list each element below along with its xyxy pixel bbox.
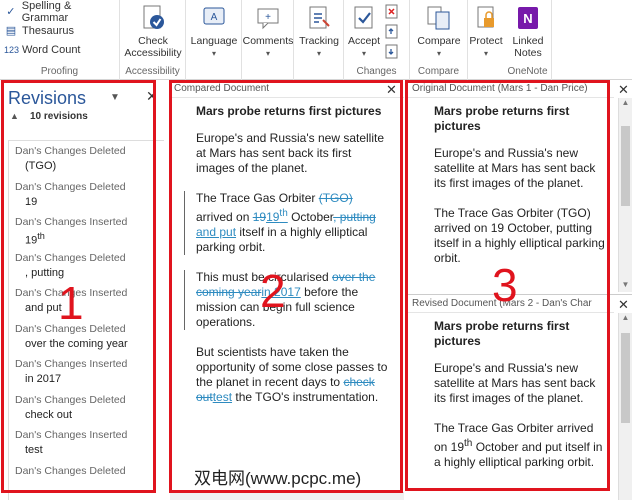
- next-change-button[interactable]: [384, 44, 400, 63]
- reject-icon: [385, 4, 398, 19]
- tracking-dropdown-icon: ▾: [316, 49, 321, 58]
- word-count-icon: 123: [4, 44, 20, 55]
- proofing-group-label: Proofing: [40, 66, 79, 77]
- watermark-text: 双电网(www.pcpc.me): [190, 464, 366, 489]
- compare-icon: [425, 4, 453, 32]
- scroll-down-icon[interactable]: ▼: [619, 280, 632, 292]
- comment-icon: +: [254, 4, 282, 32]
- accessibility-group-label: Accessibility: [125, 66, 180, 77]
- linked-notes-button[interactable]: N Linked Notes: [504, 4, 552, 59]
- tracking-button[interactable]: Tracking ▾: [294, 4, 344, 60]
- accept-dropdown-icon: ▾: [361, 49, 366, 58]
- protect-dropdown-icon: ▾: [483, 49, 488, 58]
- compare-dropdown-icon: ▾: [436, 49, 441, 58]
- onenote-icon: N: [514, 4, 542, 32]
- track-changes-icon: [305, 4, 333, 32]
- previous-change-button[interactable]: [384, 24, 400, 43]
- thesaurus-button[interactable]: ▤ Thesaurus: [0, 21, 119, 40]
- scrollbar-thumb[interactable]: [621, 126, 630, 206]
- annotation-frame-compared: [169, 80, 403, 493]
- scrollbar-thumb[interactable]: [621, 333, 630, 423]
- close-icon[interactable]: ✕: [618, 82, 629, 98]
- compare-group: Compare ▾ Compare: [410, 0, 468, 80]
- close-icon[interactable]: ✕: [618, 297, 629, 313]
- language-group: A Language ▾: [186, 0, 242, 80]
- reject-button[interactable]: [384, 4, 400, 23]
- language-dropdown-icon: ▾: [211, 49, 216, 58]
- annotation-number-one: 1: [58, 277, 84, 329]
- protect-group: Protect ▾: [468, 0, 504, 80]
- check-accessibility-button[interactable]: Check Accessibility: [124, 4, 182, 59]
- accessibility-group: Check Accessibility Accessibility: [120, 0, 186, 80]
- spelling-check-icon: ✓: [6, 5, 16, 18]
- svg-text:+: +: [265, 12, 271, 23]
- word-count-button[interactable]: 123 Word Count: [0, 40, 119, 59]
- protect-icon: [472, 4, 500, 32]
- accept-icon: [350, 4, 378, 32]
- annotation-number-three: 3: [492, 259, 518, 311]
- protect-button[interactable]: Protect ▾: [468, 4, 504, 60]
- comments-group: + Comments ▾: [242, 0, 294, 80]
- next-change-icon: [385, 44, 398, 59]
- ribbon: ✓ Spelling & Grammar ▤ Thesaurus 123 Wor…: [0, 0, 632, 80]
- proofing-group: ✓ Spelling & Grammar ▤ Thesaurus 123 Wor…: [0, 0, 120, 80]
- language-button[interactable]: A Language ▾: [188, 4, 240, 60]
- scroll-up-icon[interactable]: ▲: [619, 98, 632, 110]
- scroll-up-icon[interactable]: ▲: [619, 313, 632, 325]
- comments-dropdown-icon: ▾: [265, 49, 270, 58]
- thesaurus-icon: ▤: [5, 24, 17, 37]
- previous-change-icon: [385, 24, 398, 39]
- comments-button[interactable]: + Comments ▾: [242, 4, 294, 60]
- svg-text:A: A: [211, 12, 218, 23]
- accessibility-icon: [139, 4, 167, 32]
- changes-group-label: Changes: [356, 66, 397, 77]
- onenote-group-label: OneNote: [507, 66, 548, 77]
- annotation-number-two: 2: [260, 265, 286, 317]
- vertical-scrollbar[interactable]: ▲ ▼: [618, 98, 632, 292]
- compare-button[interactable]: Compare ▾: [412, 4, 466, 60]
- spelling-grammar-button[interactable]: ✓ Spelling & Grammar: [0, 0, 119, 24]
- onenote-group: N Linked Notes OneNote: [504, 0, 552, 80]
- tracking-group: Tracking ▾: [294, 0, 344, 80]
- vertical-scrollbar[interactable]: ▲: [618, 313, 632, 500]
- svg-text:N: N: [523, 11, 532, 26]
- language-icon: A: [200, 4, 228, 32]
- compare-group-label: Compare: [417, 66, 460, 77]
- changes-group: Accept ▾ Changes: [344, 0, 410, 80]
- horizontal-scrollbar[interactable]: [170, 492, 404, 500]
- accept-button[interactable]: Accept ▾: [346, 4, 382, 60]
